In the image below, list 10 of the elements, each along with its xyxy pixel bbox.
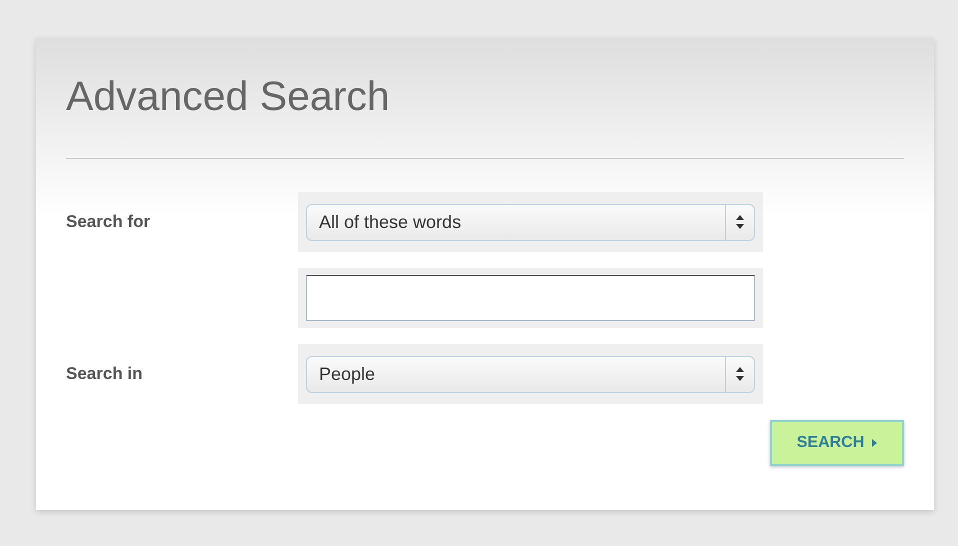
caret-icon [872, 439, 878, 447]
updown-arrows-icon [736, 215, 744, 229]
field-label: Search for [66, 212, 150, 231]
updown-arrows-icon [736, 367, 744, 381]
search-button[interactable]: SEARCH [770, 420, 904, 466]
dropdown[interactable]: People [306, 356, 755, 392]
dropdown[interactable]: All of these words [306, 204, 755, 240]
page-title: Advanced Search [66, 72, 904, 159]
field-label: Search in [66, 364, 143, 383]
input-field[interactable] [306, 275, 755, 321]
